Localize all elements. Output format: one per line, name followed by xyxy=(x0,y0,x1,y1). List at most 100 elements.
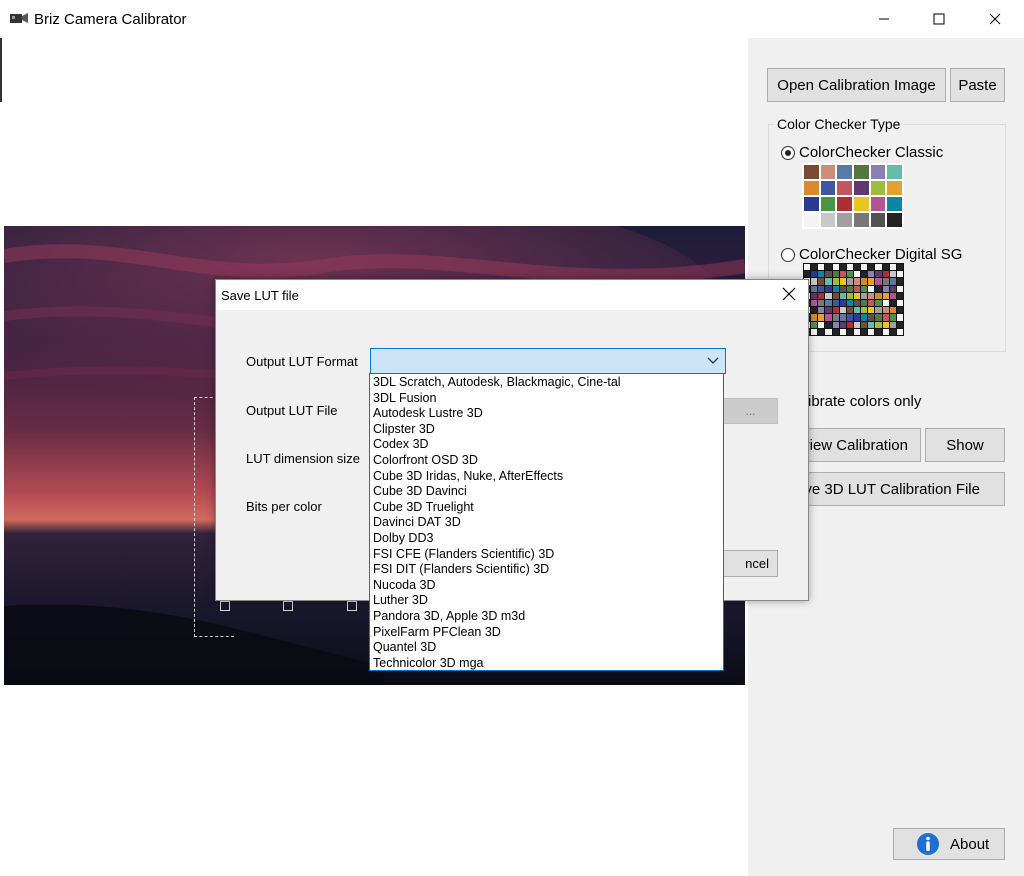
color-patch xyxy=(832,314,839,321)
color-patch xyxy=(868,307,875,314)
maximize-button[interactable] xyxy=(916,0,962,38)
color-patch xyxy=(889,307,896,314)
patch-marker[interactable] xyxy=(347,601,357,611)
color-patch xyxy=(889,278,896,285)
color-patch xyxy=(837,213,852,227)
color-patch xyxy=(896,307,903,314)
close-window-button[interactable] xyxy=(972,0,1018,38)
dropdown-option[interactable]: Cube 3D Davinci xyxy=(370,484,723,500)
color-patch xyxy=(818,271,825,278)
open-calibration-image-button[interactable]: Open Calibration Image xyxy=(767,68,946,102)
camera-app-icon xyxy=(10,13,28,23)
color-patch xyxy=(820,165,836,179)
color-patch xyxy=(846,278,853,285)
patch-marker[interactable] xyxy=(283,601,293,611)
color-patch xyxy=(839,307,846,314)
color-patch xyxy=(846,285,853,292)
color-patch xyxy=(882,271,889,278)
color-patch xyxy=(861,271,868,278)
dropdown-option[interactable]: Quantel 3D xyxy=(370,640,723,656)
color-patch xyxy=(854,213,869,227)
dropdown-option[interactable]: FSI DIT (Flanders Scientific) 3D xyxy=(370,562,723,578)
browse-button[interactable]: ... xyxy=(723,398,778,424)
dropdown-option[interactable]: Autodesk Lustre 3D xyxy=(370,406,723,422)
color-patch xyxy=(837,165,852,179)
color-patch xyxy=(832,299,839,307)
color-patch xyxy=(811,264,818,271)
color-patch xyxy=(868,285,875,292)
color-patch xyxy=(825,278,832,285)
color-patch xyxy=(846,314,853,321)
dropdown-option[interactable]: FSI CFE (Flanders Scientific) 3D xyxy=(370,547,723,563)
color-patch xyxy=(889,314,896,321)
dropdown-option[interactable]: Clipster 3D xyxy=(370,422,723,438)
color-patch xyxy=(832,278,839,285)
color-patch xyxy=(861,292,868,299)
color-patch xyxy=(846,328,853,335)
color-patch xyxy=(882,314,889,321)
color-patch xyxy=(839,264,846,271)
color-patch xyxy=(846,307,853,314)
dropdown-option[interactable]: 3DL Scratch, Autodesk, Blackmagic, Cine-… xyxy=(370,375,723,391)
color-patch xyxy=(861,314,868,321)
radio-colorchecker-classic[interactable]: ColorChecker Classic xyxy=(781,144,943,161)
color-patch xyxy=(896,278,903,285)
color-patch xyxy=(825,271,832,278)
show-button[interactable]: Show xyxy=(925,428,1005,462)
dropdown-option[interactable]: Davinci DAT 3D xyxy=(370,515,723,531)
color-patch xyxy=(846,292,853,299)
dropdown-option[interactable]: PixelFarm PFClean 3D xyxy=(370,625,723,641)
color-patch xyxy=(846,321,853,328)
dropdown-option[interactable]: Nucoda 3D xyxy=(370,578,723,594)
digital-sg-label: ColorChecker Digital SG xyxy=(799,246,963,263)
dropdown-option[interactable]: Cube 3D Iridas, Nuke, AfterEffects xyxy=(370,469,723,485)
dropdown-option[interactable]: Luther 3D xyxy=(370,593,723,609)
color-patch xyxy=(811,278,818,285)
window-title: Briz Camera Calibrator xyxy=(34,11,187,28)
dropdown-option[interactable]: Dolby DD3 xyxy=(370,531,723,547)
color-patch xyxy=(861,307,868,314)
color-patch xyxy=(846,264,853,271)
color-patch xyxy=(887,213,902,227)
color-patch xyxy=(853,299,861,307)
color-patch xyxy=(896,271,903,278)
about-button[interactable]: About xyxy=(893,828,1005,860)
color-patch xyxy=(818,307,825,314)
patch-marker[interactable] xyxy=(220,601,230,611)
color-patch xyxy=(882,264,889,271)
color-patch xyxy=(818,264,825,271)
color-patch xyxy=(832,264,839,271)
color-patch xyxy=(839,328,846,335)
color-patch xyxy=(832,285,839,292)
color-patch xyxy=(870,213,886,227)
color-patch xyxy=(870,181,886,195)
color-patch xyxy=(818,321,825,328)
color-patch xyxy=(837,181,852,195)
color-patch xyxy=(825,328,832,335)
paste-button[interactable]: Paste xyxy=(950,68,1005,102)
color-patch xyxy=(875,292,882,299)
color-patch xyxy=(818,285,825,292)
output-lut-format-select[interactable] xyxy=(370,348,726,374)
dropdown-option[interactable]: Technicolor 3D mga xyxy=(370,656,723,672)
color-patch xyxy=(825,264,832,271)
color-patch xyxy=(896,292,903,299)
color-patch xyxy=(882,299,889,307)
color-patch xyxy=(832,321,839,328)
color-patch xyxy=(861,299,868,307)
close-icon[interactable] xyxy=(782,287,796,301)
dropdown-option[interactable]: 3DL Fusion xyxy=(370,391,723,407)
dropdown-option[interactable]: Colorfront OSD 3D xyxy=(370,453,723,469)
dropdown-option[interactable]: Codex 3D xyxy=(370,437,723,453)
minimize-button[interactable] xyxy=(861,0,907,38)
color-patch xyxy=(861,285,868,292)
color-patch xyxy=(861,278,868,285)
dropdown-option[interactable]: Cube 3D Truelight xyxy=(370,500,723,516)
color-patch xyxy=(832,271,839,278)
calibrate-colors-only-label[interactable]: ibrate colors only xyxy=(808,393,921,410)
lut-format-dropdown-list[interactable]: 3DL Scratch, Autodesk, Blackmagic, Cine-… xyxy=(369,373,724,671)
dropdown-option[interactable]: Pandora 3D, Apple 3D m3d xyxy=(370,609,723,625)
radio-colorchecker-digital-sg[interactable]: ColorChecker Digital SG xyxy=(781,246,962,263)
color-patch xyxy=(825,285,832,292)
color-patch xyxy=(896,285,903,292)
